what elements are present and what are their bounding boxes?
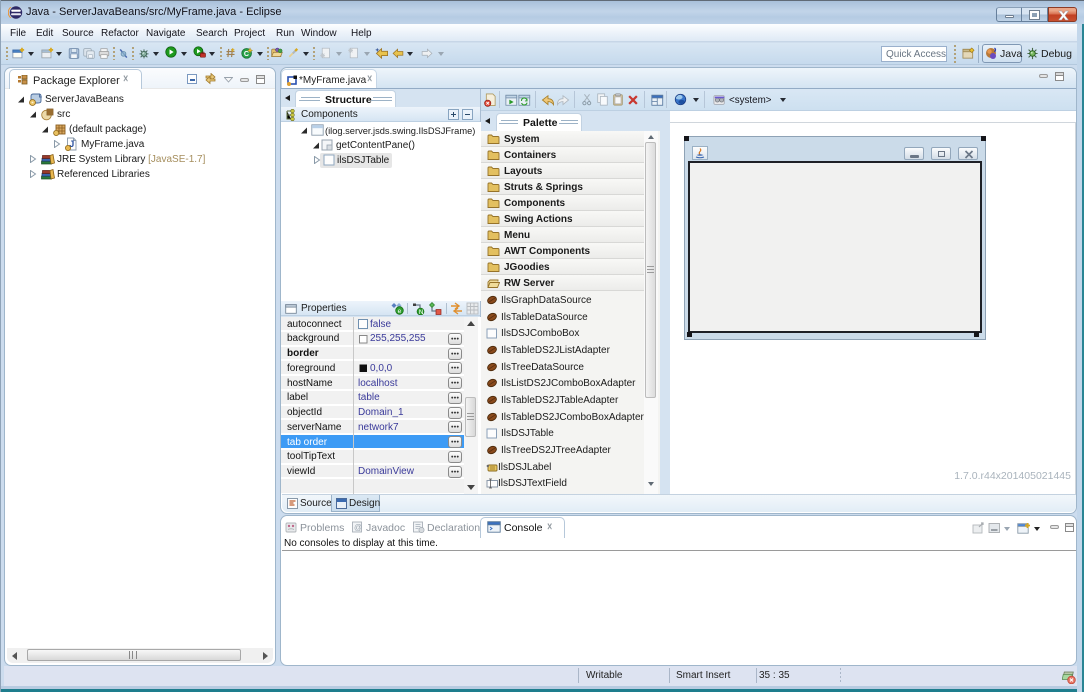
svg-text:@: @	[354, 523, 362, 532]
svg-text:N: N	[419, 309, 424, 315]
svg-text:e: e	[398, 308, 402, 315]
svg-text:C: C	[244, 50, 249, 58]
